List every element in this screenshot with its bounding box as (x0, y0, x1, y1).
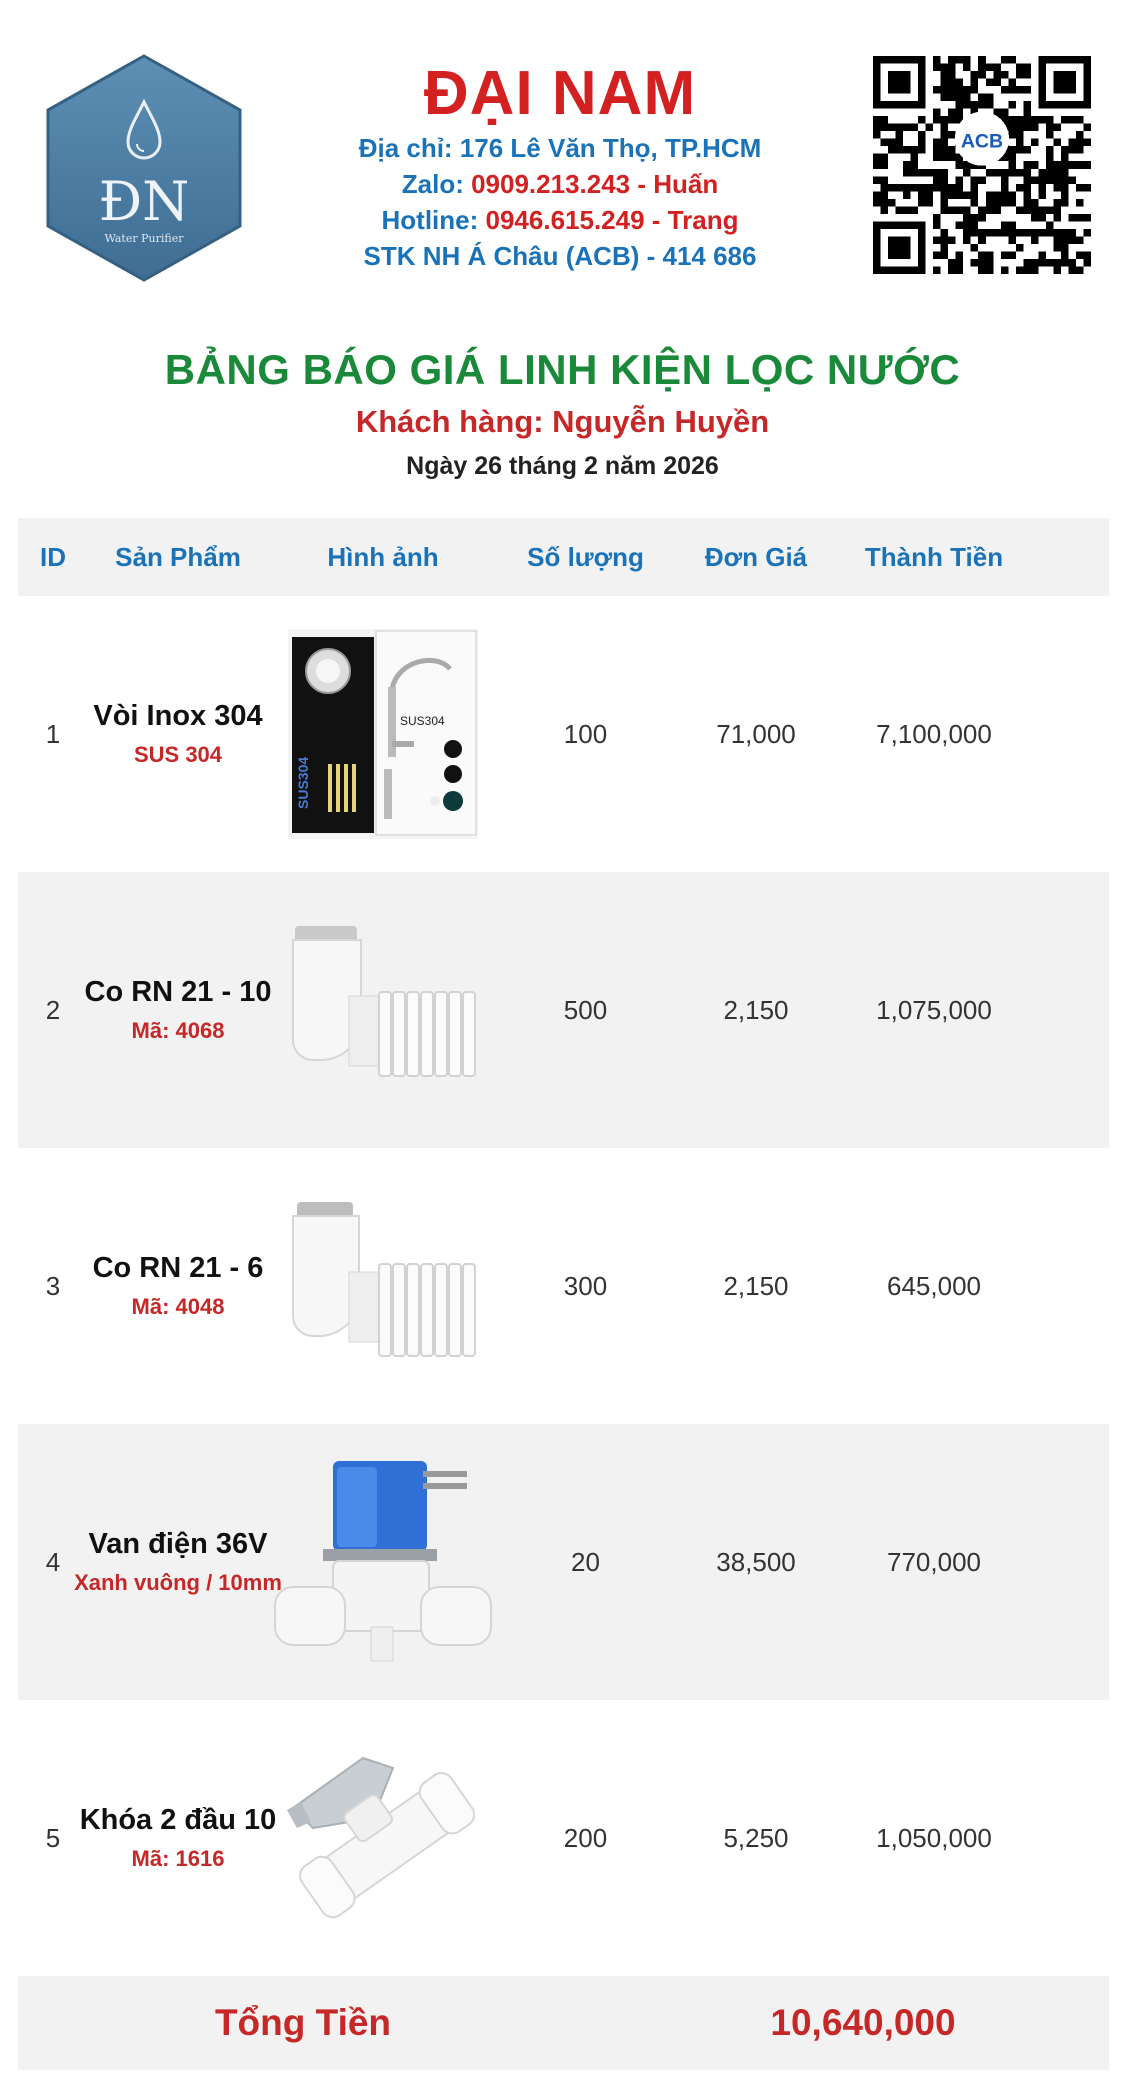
product-image-faucet: SUS304 SUS304 (268, 629, 498, 839)
total-row: Tổng Tiền 10,640,000 (18, 1976, 1109, 2070)
product-name: Khóa 2 đầu 10 (79, 1804, 277, 1836)
row-total: 645,000 (887, 1270, 981, 1301)
product-name: Vòi Inox 304 (93, 700, 263, 732)
product-code: Xanh vuông / 10mm (74, 1570, 282, 1595)
product-image-solenoid-valve (268, 1457, 498, 1667)
product-name: Co RN 21 - 6 (92, 1252, 264, 1284)
svg-text:SUS304: SUS304 (400, 714, 445, 728)
quote-date: Ngày 26 tháng 2 năm 2026 (406, 452, 719, 480)
row-quantity: 200 (563, 1822, 608, 1853)
company-header: ĐẠI NAM Địa chỉ: 176 Lê Văn Thọ, TP.HCM … (280, 58, 840, 274)
row-quantity: 500 (563, 994, 608, 1025)
hotline-value: 0946.615.249 - Trang (485, 205, 739, 235)
product-code: Mã: 4048 (131, 1294, 225, 1319)
company-address: Địa chỉ: 176 Lê Văn Thọ, TP.HCM (358, 133, 762, 163)
title-block: BẢNG BÁO GIÁ LINH KIỆN LỌC NƯỚC Khách hà… (0, 342, 1125, 486)
table-row: 2 Co RN 21 - 10 Mã: 4068 500 2,150 1,075… (18, 872, 1109, 1148)
row-quantity: 100 (563, 718, 608, 749)
total-value: 10,640,000 (770, 2002, 956, 2043)
price-table: ID Sản Phẩm Hình ảnh Số lượng Đơn Giá Th… (18, 518, 1109, 1976)
table-row: 3 Co RN 21 - 6 Mã: 4048 300 2,150 645,00… (18, 1148, 1109, 1424)
row-total: 1,050,000 (876, 1822, 992, 1853)
header-quantity: Số lượng (527, 541, 644, 572)
zalo-value: 0909.213.243 - Huấn (471, 169, 719, 199)
row-unit-price: 38,500 (716, 1546, 796, 1577)
header-product: Sản Phẩm (115, 541, 241, 572)
quote-title: BẢNG BÁO GIÁ LINH KIỆN LỌC NƯỚC (164, 346, 961, 393)
company-logo: ĐN Water Purifier (44, 52, 244, 284)
product-code: Mã: 1616 (131, 1846, 225, 1871)
row-quantity: 300 (563, 1270, 608, 1301)
zalo-label: Zalo: (401, 169, 464, 199)
company-name: ĐẠI NAM (423, 59, 697, 128)
header-image: Hình ảnh (327, 541, 439, 572)
hotline-label: Hotline: (381, 205, 479, 235)
product-code: SUS 304 (133, 742, 223, 767)
product-image-elbow (268, 1196, 498, 1376)
row-total: 1,075,000 (876, 994, 992, 1025)
row-total: 7,100,000 (876, 718, 992, 749)
table-header: ID Sản Phẩm Hình ảnh Số lượng Đơn Giá Th… (18, 518, 1109, 596)
row-unit-price: 2,150 (723, 994, 789, 1025)
row-total: 770,000 (887, 1546, 981, 1577)
logo-subtext: Water Purifier (105, 232, 185, 245)
header-unit-price: Đơn Giá (704, 541, 808, 572)
product-name: Van điện 36V (88, 1528, 268, 1560)
product-name: Co RN 21 - 10 (84, 976, 272, 1008)
qr-badge-label: ACB (961, 131, 1003, 153)
row-unit-price: 5,250 (723, 1822, 789, 1853)
header-id: ID (40, 541, 66, 572)
header-total: Thành Tiền (864, 541, 1004, 572)
total-label: Tổng Tiền (214, 2002, 392, 2043)
table-row: 1 Vòi Inox 304 SUS 304 SUS304 SUS304 100… (18, 596, 1109, 872)
qr-code: ACB (873, 56, 1091, 274)
company-bank: STK NH Á Châu (ACB) - 414 686 (363, 241, 757, 271)
logo-text: ĐN (99, 170, 190, 233)
customer-name: Khách hàng: Nguyễn Huyền (355, 404, 770, 439)
row-unit-price: 2,150 (723, 1270, 789, 1301)
product-code: Mã: 4068 (131, 1018, 225, 1043)
row-quantity: 20 (571, 1546, 600, 1577)
row-unit-price: 71,000 (716, 718, 796, 749)
product-image-elbow (268, 920, 498, 1100)
company-zalo: Zalo: 0909.213.243 - Huấn (280, 166, 840, 202)
svg-text:SUS304: SUS304 (295, 757, 311, 809)
table-row: 5 Khóa 2 đầu 10 Mã: 1616 200 5,250 1,050… (18, 1700, 1109, 1976)
table-row: 4 Van điện 36V Xanh vuông / 10mm 20 38,5… (18, 1424, 1109, 1700)
company-hotline: Hotline: 0946.615.249 - Trang (280, 202, 840, 238)
product-image-ball-valve (268, 1738, 498, 1938)
